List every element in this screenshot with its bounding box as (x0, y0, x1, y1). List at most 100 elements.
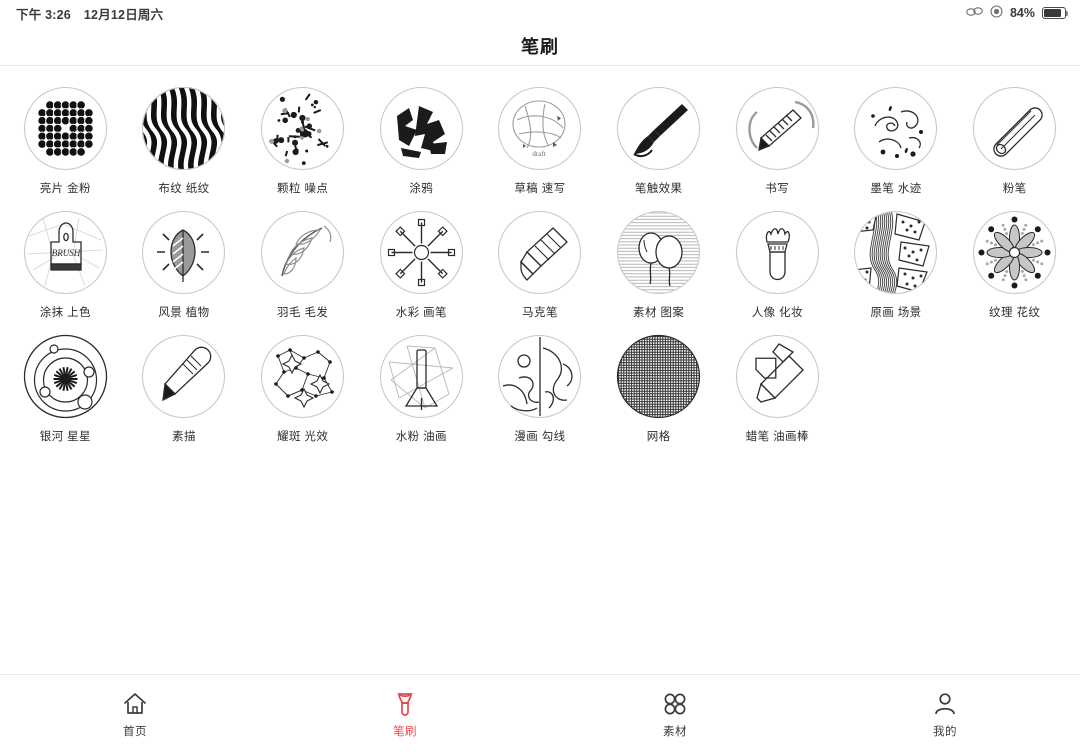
status-bar-right: 84% (966, 5, 1069, 21)
feather-icon[interactable] (260, 210, 346, 295)
brush-category-label: 人像 化妆 (751, 307, 803, 319)
brush-category-item[interactable]: 网格 (599, 334, 718, 444)
brush-category-label: 涂鸦 (409, 183, 434, 195)
brush-category-label: 颗粒 噪点 (277, 183, 329, 195)
page-header: 笔刷 (0, 26, 1080, 66)
brush-category-label: 网格 (646, 431, 671, 443)
brush-category-label: 马克笔 (522, 307, 558, 319)
person-icon (932, 691, 958, 717)
svg-text:draft: draft (533, 150, 546, 158)
marker-pen-icon[interactable] (497, 210, 583, 295)
grid-4-icon (662, 691, 688, 717)
tab-home[interactable]: 首页 (0, 675, 270, 754)
brush-category-item[interactable]: 颗粒 噪点 (243, 86, 362, 196)
brush-category-item[interactable]: 人像 化妆 (718, 210, 837, 320)
writing-pencil-icon[interactable] (734, 86, 820, 171)
mesh-grid-icon[interactable] (616, 334, 702, 419)
brush-category-label: 风景 植物 (158, 307, 210, 319)
brush-category-label: 水彩 画笔 (395, 307, 447, 319)
brush-category-label: 粉笔 (1002, 183, 1027, 195)
sketch-pencil-icon[interactable] (141, 334, 227, 419)
brush-category-item[interactable]: 马克笔 (481, 210, 600, 320)
brush-category-item[interactable]: draft 草稿 速写 (481, 86, 600, 196)
brush-category-label: 素材 图案 (633, 307, 685, 319)
radial-brushes-icon[interactable] (378, 210, 464, 295)
balloons-pattern-icon[interactable] (616, 210, 702, 295)
status-time: 下午 3:26 (16, 7, 71, 22)
brush-category-item[interactable]: 涂鸦 (362, 86, 481, 196)
bottom-tab-bar: 首页 笔刷 素材 我的 (0, 674, 1080, 754)
brush-grid: 亮片 金粉 布纹 纸纹 颗粒 噪点 涂鸦 draft 草稿 速写 笔触效果 书写 (6, 86, 1074, 444)
home-icon (122, 691, 148, 717)
brush-category-item[interactable]: 耀斑 光效 (243, 334, 362, 444)
brush-category-label: 水粉 油画 (395, 431, 447, 443)
brush-category-item[interactable]: 素材 图案 (599, 210, 718, 320)
brush-category-item[interactable]: 纹理 花纹 (955, 210, 1074, 320)
crossed-crayons-icon[interactable] (734, 334, 820, 419)
comic-lineart-icon[interactable] (497, 334, 583, 419)
brush-category-label: 银河 星星 (39, 431, 91, 443)
eye-glasses-icon (966, 6, 983, 20)
brush-category-label: 羽毛 毛发 (277, 307, 329, 319)
brush-category-label: 布纹 纸纹 (158, 183, 210, 195)
particle-noise-icon[interactable] (260, 86, 346, 171)
ink-splatter-icon[interactable] (853, 86, 939, 171)
page-title: 笔刷 (521, 36, 559, 57)
constellation-flare-icon[interactable] (260, 334, 346, 419)
tab-label: 素材 (663, 725, 687, 738)
brush-category-item[interactable]: 水粉 油画 (362, 334, 481, 444)
brush-category-label: 草稿 速写 (514, 183, 566, 195)
brush-category-label: 素描 (172, 431, 196, 443)
brush-category-item[interactable]: 漫画 勾线 (481, 334, 600, 444)
tab-label: 笔刷 (393, 725, 417, 738)
brush-category-item[interactable]: 亮片 金粉 (6, 86, 125, 196)
tab-label: 我的 (933, 725, 957, 738)
brush-category-item[interactable]: 银河 星星 (6, 334, 125, 444)
brush-category-label: 耀斑 光效 (277, 431, 329, 443)
brush-category-item[interactable]: 原画 场景 (837, 210, 956, 320)
brush-category-label: 涂抹 上色 (39, 307, 91, 319)
brush-grid-container: 亮片 金粉 布纹 纸纹 颗粒 噪点 涂鸦 draft 草稿 速写 笔触效果 书写 (0, 66, 1080, 674)
brush-category-label: 笔触效果 (634, 183, 683, 195)
svg-text:BRUSH: BRUSH (52, 248, 81, 258)
tab-person[interactable]: 我的 (810, 675, 1080, 754)
tab-brush[interactable]: 笔刷 (270, 675, 540, 754)
brush-category-item[interactable]: 蜡笔 油画棒 (718, 334, 837, 444)
sketch-draft-icon[interactable]: draft (497, 86, 583, 171)
chalk-stick-icon[interactable] (972, 86, 1058, 171)
moon-do-not-disturb-icon (990, 5, 1003, 21)
brush-category-label: 漫画 勾线 (514, 431, 566, 443)
brush-category-label: 书写 (765, 183, 790, 195)
brush-category-item[interactable]: 羽毛 毛发 (243, 210, 362, 320)
status-date: 12月12日周六 (83, 7, 164, 22)
status-bar: 下午 3:26 12月12日周六 84% (0, 0, 1080, 26)
brush-stamp-icon[interactable]: BRUSH (22, 210, 108, 295)
brush-category-item[interactable]: 布纹 纸纹 (125, 86, 244, 196)
tab-grid-4[interactable]: 素材 (540, 675, 810, 754)
brush-category-item[interactable]: 笔触效果 (599, 86, 718, 196)
brush-category-item[interactable]: 粉笔 (955, 86, 1074, 196)
leaf-plant-icon[interactable] (141, 210, 227, 295)
brush-category-item[interactable]: BRUSH 涂抹 上色 (6, 210, 125, 320)
status-bar-left: 下午 3:26 12月12日周六 (16, 4, 163, 23)
graffiti-icon[interactable] (378, 86, 464, 171)
glitter-dots-icon[interactable] (22, 86, 108, 171)
battery-percent: 84% (1009, 6, 1035, 20)
tab-label: 首页 (123, 725, 147, 738)
fabric-grain-icon[interactable] (141, 86, 227, 171)
brush-category-item[interactable]: 风景 植物 (125, 210, 244, 320)
makeup-brush-icon[interactable] (734, 210, 820, 295)
floral-mandala-icon[interactable] (972, 210, 1058, 295)
scenery-texture-icon[interactable] (853, 210, 939, 295)
brush-category-item[interactable]: 墨笔 水迹 (837, 86, 956, 196)
brush-category-label: 亮片 金粉 (39, 183, 91, 195)
battery-icon (1042, 7, 1069, 19)
fan-brush-icon[interactable] (378, 334, 464, 419)
brush-category-item[interactable]: 素描 (125, 334, 244, 444)
brush-category-item[interactable]: 书写 (718, 86, 837, 196)
brush-category-item[interactable]: 水彩 画笔 (362, 210, 481, 320)
brush-category-label: 蜡笔 油画棒 (745, 431, 809, 443)
galaxy-orbit-icon[interactable] (22, 334, 108, 419)
paintbrush-stroke-icon[interactable] (616, 86, 702, 171)
brush-category-label: 纹理 花纹 (989, 307, 1041, 319)
